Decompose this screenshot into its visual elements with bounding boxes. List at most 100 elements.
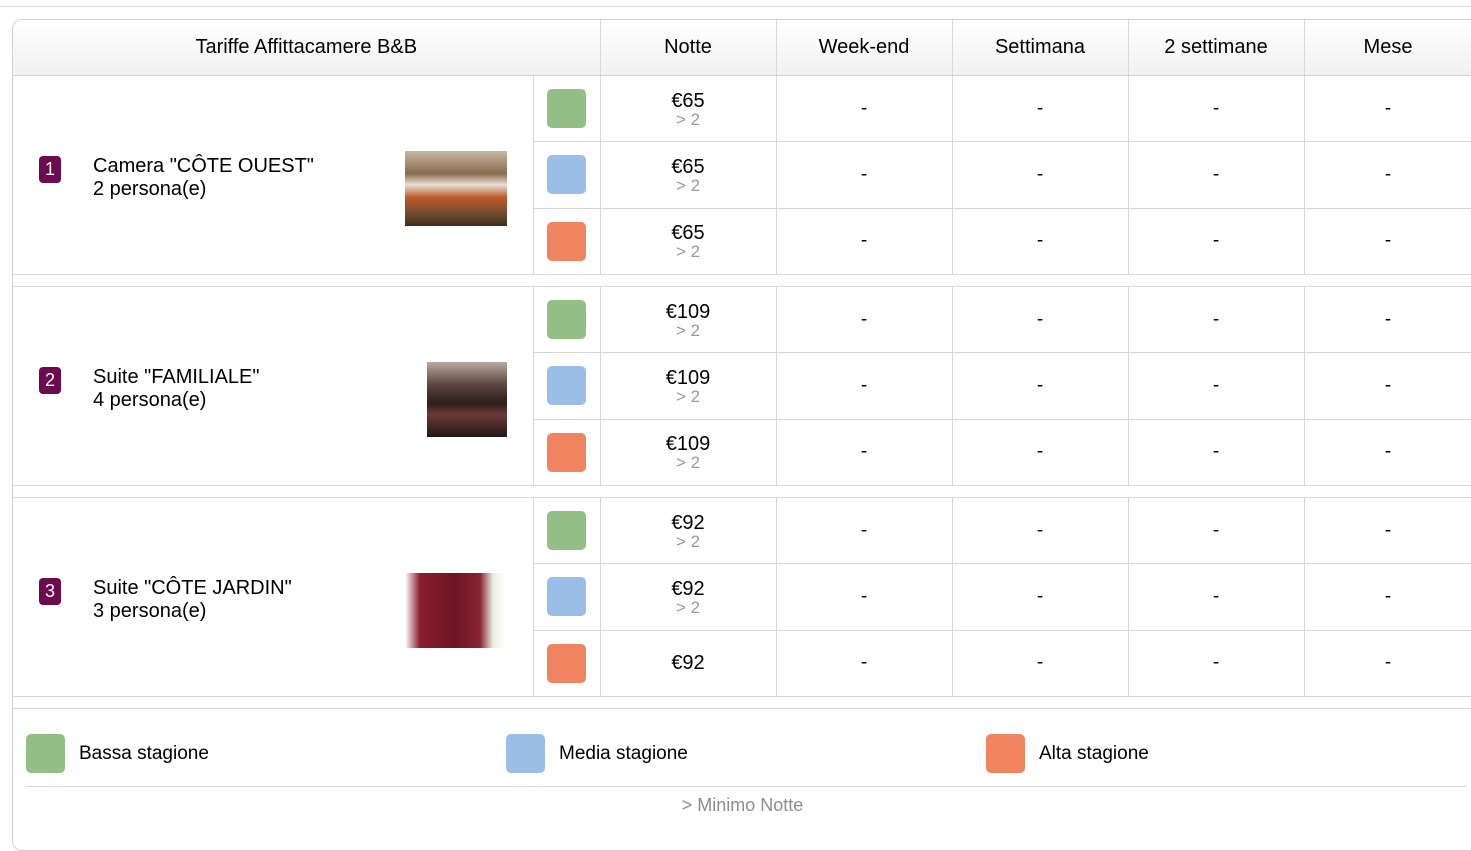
weekend-price: - — [776, 419, 953, 487]
high-season-swatch — [547, 221, 586, 261]
mid-season-swatch — [547, 366, 586, 406]
room-info: Camera "CÔTE OUEST" 2 persona(e) — [93, 155, 314, 201]
table-row: 1 Camera "CÔTE OUEST" 2 persona(e) €65 > … — [13, 75, 1471, 275]
week-price: - — [952, 630, 1129, 698]
low-season-swatch — [547, 89, 586, 129]
season-cell — [533, 419, 601, 487]
weekend-price: - — [776, 630, 953, 698]
night-price: €109 — [665, 300, 711, 323]
night-price-cell: €109 > 2 — [600, 419, 777, 487]
col-night: Notte — [600, 20, 777, 76]
two-weeks-price: - — [1128, 630, 1305, 698]
night-price: €92 — [671, 652, 705, 675]
two-weeks-price: - — [1128, 75, 1305, 143]
weekend-price: - — [776, 352, 953, 420]
row-separator — [13, 485, 1471, 498]
room-cell: 1 Camera "CÔTE OUEST" 2 persona(e) — [13, 75, 534, 275]
room-number-badge: 2 — [39, 367, 61, 394]
week-price: - — [952, 286, 1129, 354]
legend-low: Bassa stagione — [26, 734, 209, 773]
night-price: €65 — [671, 89, 705, 112]
top-divider — [0, 6, 1471, 7]
room-capacity: 3 persona(e) — [93, 600, 207, 622]
week-price: - — [952, 563, 1129, 631]
night-price-cell: €109 > 2 — [600, 352, 777, 420]
table-row: 2 Suite "FAMILIALE" 4 persona(e) €109 > 2… — [13, 286, 1471, 486]
night-price-cell: €109 > 2 — [600, 286, 777, 354]
season-cell — [533, 630, 601, 698]
month-price: - — [1304, 419, 1471, 487]
season-cell — [533, 352, 601, 420]
season-cell — [533, 75, 601, 143]
night-price: €109 — [665, 433, 711, 456]
low-season-swatch — [26, 734, 65, 773]
min-nights: > 2 — [675, 597, 701, 617]
table-header-row: Tariffe Affittacamere B&B Notte Week-end… — [13, 20, 1471, 76]
month-price: - — [1304, 75, 1471, 143]
high-season-swatch — [547, 643, 586, 683]
row-separator — [13, 274, 1471, 287]
two-weeks-price: - — [1128, 563, 1305, 631]
high-season-swatch — [547, 432, 586, 472]
min-nights: > 2 — [675, 320, 701, 340]
night-price-cell: €92 > 2 — [600, 563, 777, 631]
min-nights: > 2 — [675, 386, 701, 406]
week-price: - — [952, 352, 1129, 420]
month-price: - — [1304, 630, 1471, 698]
night-price: €65 — [671, 222, 705, 245]
season-legend: Bassa stagione Media stagione Alta stagi… — [26, 726, 1466, 787]
room-number-badge: 1 — [39, 156, 61, 183]
room-photo[interactable] — [427, 362, 507, 437]
min-nights: > 2 — [675, 531, 701, 551]
month-price: - — [1304, 563, 1471, 631]
night-price-cell: €92 — [600, 630, 777, 698]
month-price: - — [1304, 286, 1471, 354]
two-weeks-price: - — [1128, 141, 1305, 209]
weekend-price: - — [776, 563, 953, 631]
room-info: Suite "CÔTE JARDIN" 3 persona(e) — [93, 577, 292, 623]
night-price: €109 — [665, 366, 711, 389]
season-cell — [533, 497, 601, 565]
room-info: Suite "FAMILIALE" 4 persona(e) — [93, 366, 260, 412]
season-cell — [533, 286, 601, 354]
night-price-cell: €92 > 2 — [600, 497, 777, 565]
min-nights-footnote: > Minimo Notte — [681, 795, 804, 815]
mid-season-swatch — [506, 734, 545, 773]
min-nights: > 2 — [675, 453, 701, 473]
room-cell: 3 Suite "CÔTE JARDIN" 3 persona(e) — [13, 497, 534, 697]
legend-low-label: Bassa stagione — [79, 742, 209, 764]
high-season-swatch — [986, 734, 1025, 773]
low-season-swatch — [547, 511, 586, 551]
legend-high-label: Alta stagione — [1039, 742, 1149, 764]
room-name: Suite "CÔTE JARDIN" — [93, 577, 292, 599]
rates-table: Tariffe Affittacamere B&B Notte Week-end… — [13, 20, 1471, 709]
two-weeks-price: - — [1128, 419, 1305, 487]
week-price: - — [952, 208, 1129, 276]
night-price: €92 — [671, 511, 705, 534]
min-nights: > 2 — [675, 242, 701, 262]
legend-mid-label: Media stagione — [559, 742, 688, 764]
night-price: €92 — [671, 577, 705, 600]
table-row: 3 Suite "CÔTE JARDIN" 3 persona(e) €92 > … — [13, 497, 1471, 697]
month-price: - — [1304, 497, 1471, 565]
min-nights: > 2 — [675, 109, 701, 129]
room-photo[interactable] — [405, 573, 505, 648]
weekend-price: - — [776, 497, 953, 565]
two-weeks-price: - — [1128, 286, 1305, 354]
table-title: Tariffe Affittacamere B&B — [13, 20, 601, 76]
month-price: - — [1304, 141, 1471, 209]
col-weekend: Week-end — [776, 20, 953, 76]
month-price: - — [1304, 352, 1471, 420]
min-nights: > 2 — [675, 175, 701, 195]
room-photo[interactable] — [405, 151, 507, 226]
week-price: - — [952, 497, 1129, 565]
room-name: Suite "FAMILIALE" — [93, 366, 260, 388]
two-weeks-price: - — [1128, 208, 1305, 276]
room-name: Camera "CÔTE OUEST" — [93, 155, 314, 177]
room-capacity: 4 persona(e) — [93, 389, 207, 411]
weekend-price: - — [776, 208, 953, 276]
week-price: - — [952, 419, 1129, 487]
legend-mid: Media stagione — [506, 734, 688, 773]
mid-season-swatch — [547, 155, 586, 195]
low-season-swatch — [547, 300, 586, 340]
